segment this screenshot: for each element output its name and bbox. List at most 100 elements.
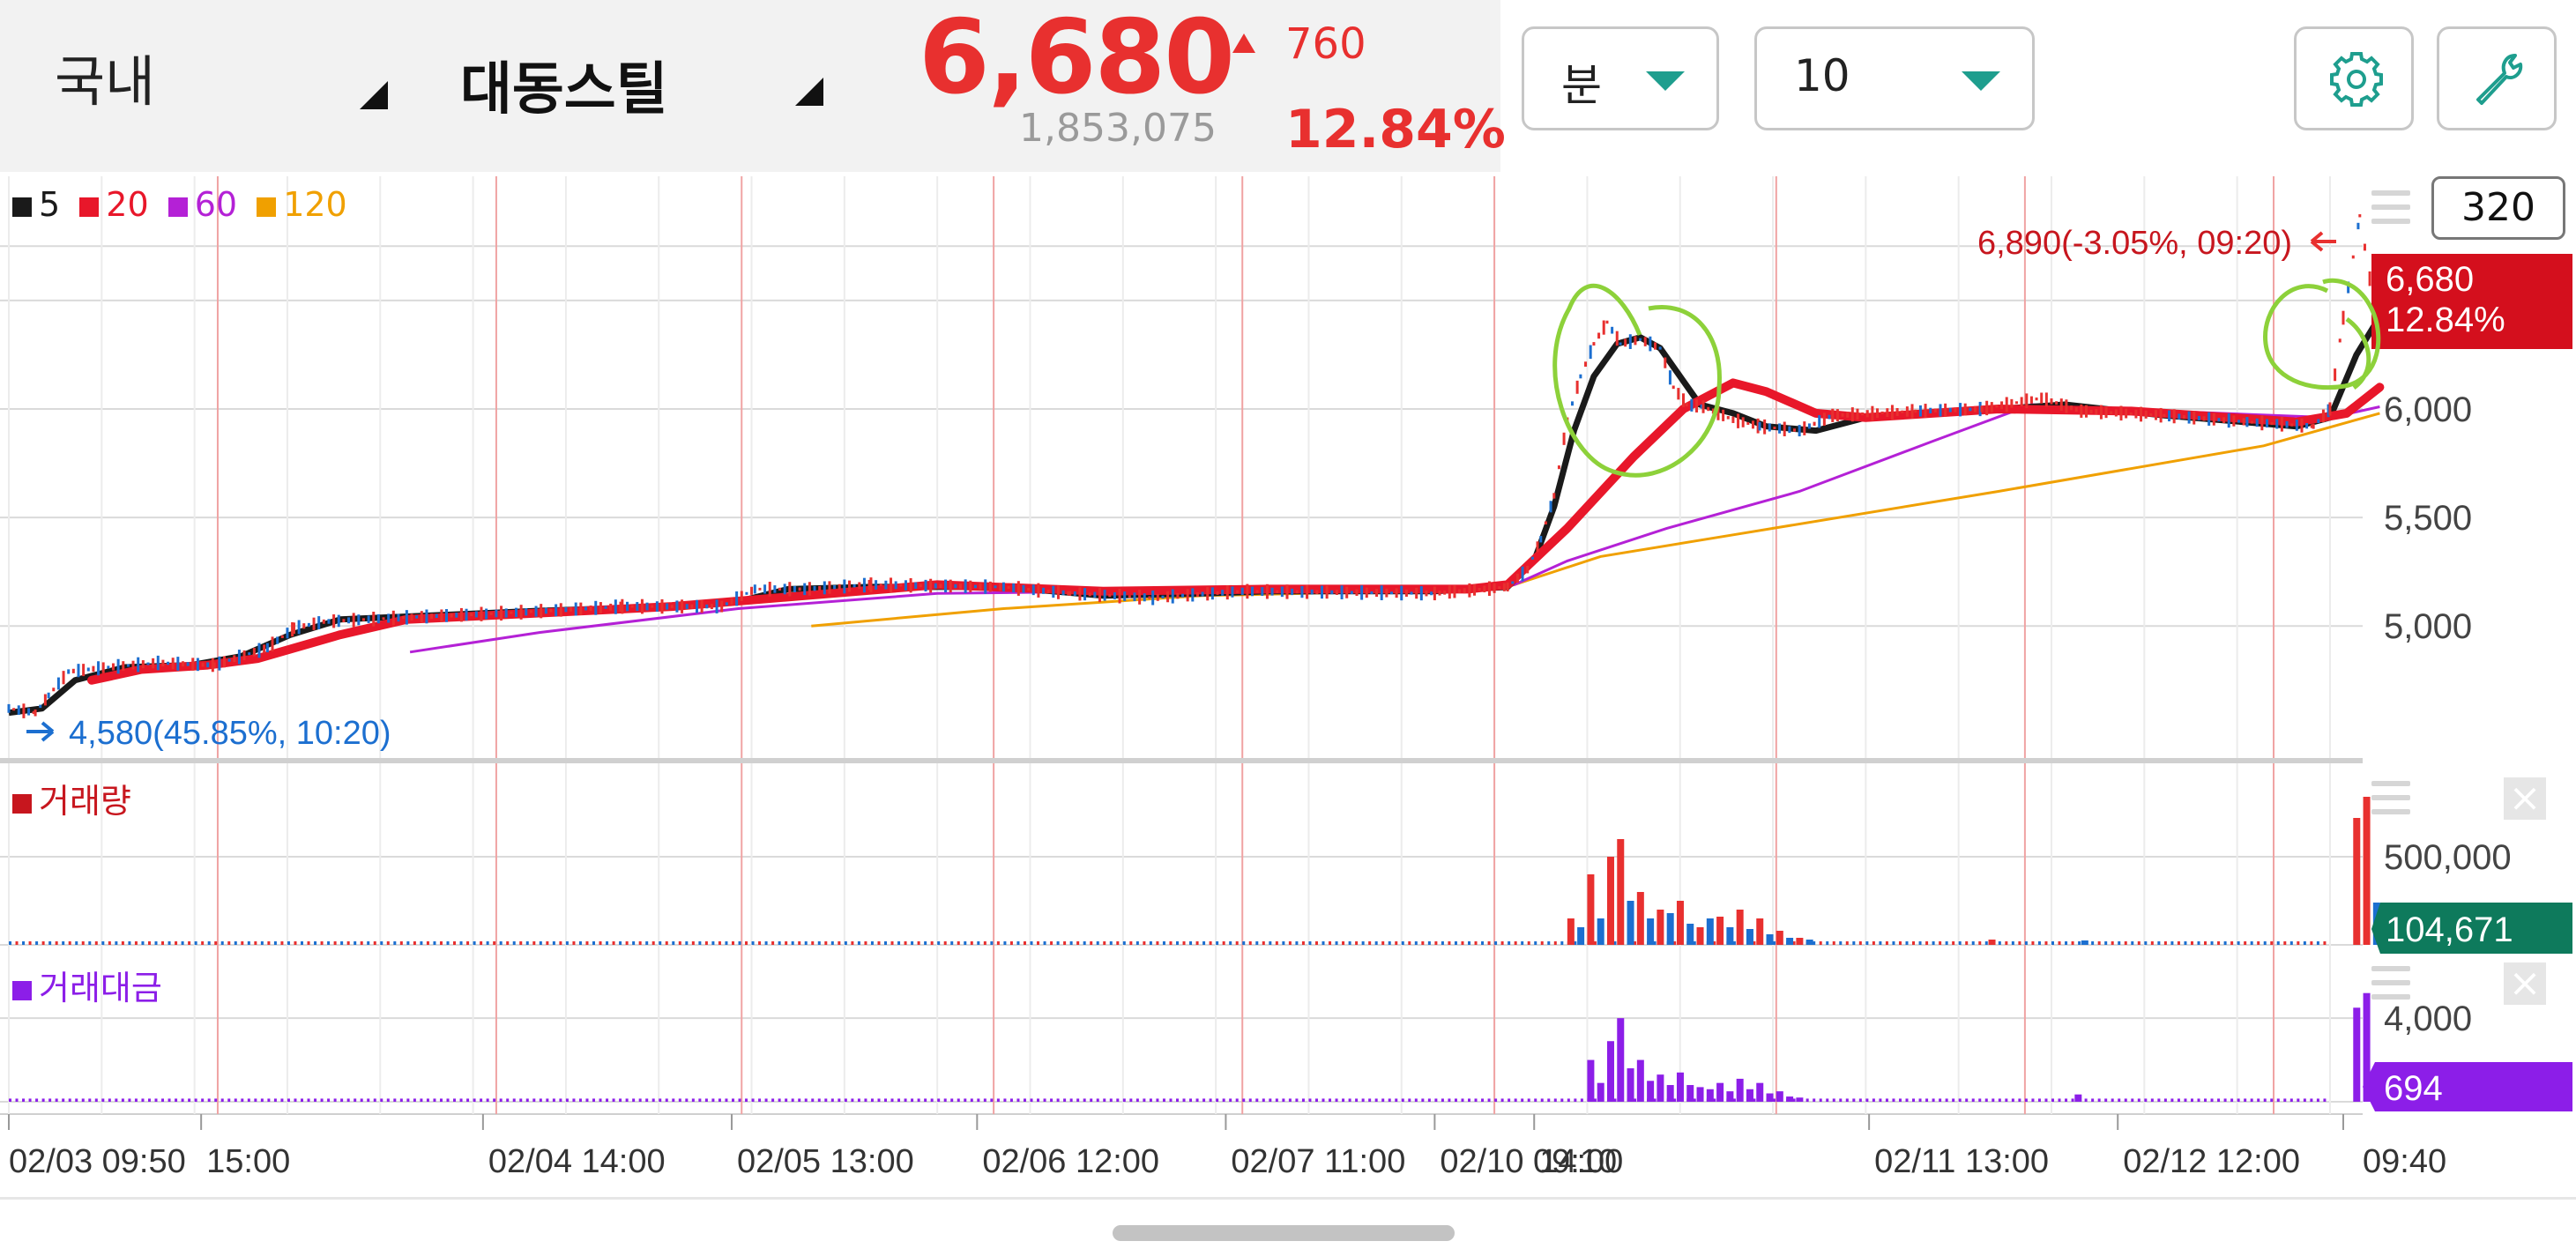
volume-bar (964, 941, 967, 945)
volume-bar (1756, 918, 1764, 945)
amount-bar (2137, 1098, 2140, 1102)
stock-summary: 국내 대동스틸 6,680 760 1,853,075 12.84% (0, 0, 1506, 172)
amount-bar (1143, 1098, 1146, 1102)
amount-bar (2223, 1098, 2227, 1102)
amount-bar (1030, 1098, 1033, 1102)
volume-bar (691, 941, 695, 945)
volume-bar (1858, 941, 1862, 945)
market-dropdown-icon[interactable] (360, 81, 388, 109)
period-value-select[interactable]: 10 (1754, 26, 2035, 130)
volume-bar (260, 941, 264, 945)
amount-bar (964, 1098, 967, 1102)
volume-bar (2257, 941, 2260, 945)
time-tick-label: 02/04 14:00 (488, 1143, 666, 1180)
volume-bar (578, 941, 582, 945)
amount-bar (2263, 1098, 2267, 1102)
volume-bar (924, 941, 927, 945)
amount-bar (1355, 1098, 1359, 1102)
volume-bar (2184, 941, 2187, 945)
current-price-badge-price: 6,680 (2386, 260, 2474, 299)
amount-bar (1288, 1098, 1292, 1102)
amount-bar (2157, 1098, 2161, 1102)
period-unit-select[interactable]: 분 (1522, 26, 1719, 130)
volume-bar (1189, 941, 1193, 945)
volume-bar (175, 941, 178, 945)
amount-bar (220, 1098, 224, 1102)
volume-bar (1988, 940, 1996, 945)
amount-bar (1009, 1098, 1013, 1102)
volume-bar (207, 941, 211, 945)
amount-panel-menu-icon[interactable] (2371, 966, 2410, 1000)
zoom-level[interactable]: 320 (2431, 176, 2565, 240)
amount-bar (1746, 1089, 1753, 1102)
volume-panel-menu-icon[interactable] (2371, 781, 2410, 814)
volume-bar (1448, 941, 1451, 945)
amount-bar (559, 1098, 562, 1102)
volume-bar (1560, 941, 1564, 945)
volume-bar (1547, 941, 1551, 945)
volume-bar (2118, 941, 2121, 945)
market-selector[interactable]: 국내 (55, 37, 155, 116)
amount-bar (1839, 1098, 1843, 1102)
tools-button[interactable] (2437, 26, 2557, 130)
amount-bar (2071, 1098, 2074, 1102)
amount-bar (1805, 1098, 1809, 1102)
volume-bar (480, 941, 483, 945)
amount-bar (1766, 1093, 1774, 1102)
settings-button[interactable] (2294, 26, 2414, 130)
amount-bar (41, 1098, 45, 1102)
volume-bars (9, 797, 2391, 945)
amount-bar (2184, 1098, 2187, 1102)
amount-bar (1487, 1098, 1491, 1102)
amount-bar (1096, 1098, 1099, 1102)
volume-bar (2223, 941, 2227, 945)
volume-bar (2353, 818, 2361, 945)
stock-dropdown-icon[interactable] (795, 78, 823, 106)
amount-label: 거래대금 (39, 969, 162, 1007)
volume-bar (1879, 941, 1882, 945)
home-indicator[interactable] (1113, 1225, 1455, 1241)
amount-bar (459, 1098, 463, 1102)
amount-bar (1885, 1098, 1888, 1102)
time-tick-label: 14:00 (1539, 1143, 1623, 1180)
amount-panel-close-icon[interactable]: × (2504, 962, 2546, 1005)
amount-bar (924, 1098, 927, 1102)
amount-bar (1109, 1098, 1113, 1102)
volume-bar (1248, 941, 1252, 945)
amount-bar (2303, 1098, 2306, 1102)
stock-chart[interactable]: 5,0005,5006,0006,500500,0004,00002/03 09… (0, 172, 2576, 1197)
amount-bar (1521, 1098, 1524, 1102)
volume-bar (2210, 941, 2214, 945)
amount-bar (62, 1098, 65, 1102)
volume-panel-close-icon[interactable]: × (2504, 777, 2546, 820)
up-arrow-icon (1232, 33, 1255, 53)
amount-bar (1852, 1098, 1856, 1102)
volume-bar (241, 941, 244, 945)
chart-header: 국내 대동스틸 6,680 760 1,853,075 12.84% 분 10 (0, 0, 2576, 172)
volume-bar (625, 941, 629, 945)
volume-bar (1905, 941, 1909, 945)
volume-bar (28, 941, 32, 945)
time-tick-label: 02/11 13:00 (1874, 1143, 2049, 1180)
volume-bar (2065, 941, 2068, 945)
amount-bar (1156, 1098, 1159, 1102)
volume-bar (525, 941, 529, 945)
amount-bar (704, 1098, 708, 1102)
volume-bar (1069, 941, 1073, 945)
volume-bar (532, 941, 536, 945)
stock-name[interactable]: 대동스틸 (460, 44, 668, 125)
volume-bar (890, 941, 894, 945)
amount-bar (1129, 1098, 1133, 1102)
panel-divider[interactable] (0, 758, 2363, 763)
amount-bar (1262, 1098, 1265, 1102)
amount-bar (386, 1098, 390, 1102)
volume-bar (704, 941, 708, 945)
volume-bar (632, 941, 636, 945)
volume-bar (1016, 941, 1020, 945)
amount-bar (1686, 1085, 1694, 1102)
volume-bar (386, 941, 390, 945)
volume-bar (1636, 892, 1644, 945)
volume-bar (2150, 941, 2154, 945)
amount-bar (1872, 1098, 1875, 1102)
price-panel-menu-icon[interactable] (2371, 190, 2410, 224)
